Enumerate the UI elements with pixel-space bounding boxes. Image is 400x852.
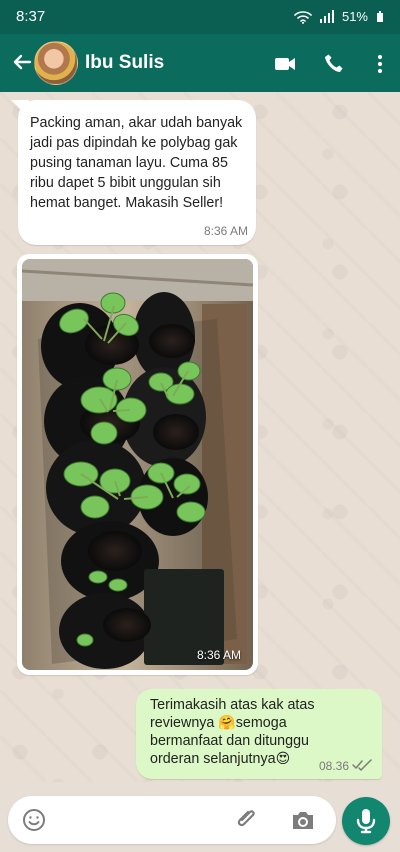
incoming-message[interactable]: Packing aman, akar udah banyak jadi pas … [18,100,256,245]
battery-icon [377,10,383,22]
status-bar: 8:37 51% [0,0,400,34]
double-check-icon [352,759,372,771]
wifi-icon [294,10,312,24]
outgoing-message-time: 08.36 [318,759,349,773]
avatar[interactable] [34,41,78,85]
chat-header: Ibu Sulis [0,34,400,92]
heart-eyes-emoji: 😍 [275,751,291,767]
more-vertical-icon[interactable] [368,52,392,76]
video-camera-icon[interactable] [273,52,297,76]
message-time: 8:36 AM [203,224,248,238]
status-indicators: 51% [294,9,386,24]
smile-icon[interactable] [22,808,46,832]
message-input-bar[interactable] [8,796,336,844]
message-text: Packing aman, akar udah banyak jadi pas … [30,115,243,211]
incoming-image-message[interactable]: 8:36 AM [17,254,258,675]
image-time: 8:36 AM [196,648,241,662]
photo-image [22,259,253,670]
chat-area[interactable]: Packing aman, akar udah banyak jadi pas … [0,92,400,782]
strawberry-seedlings-photo[interactable]: 8:36 AM [22,259,253,670]
voice-record-button[interactable] [342,797,390,845]
signal-icon [319,9,334,23]
phone-icon[interactable] [322,52,346,76]
microphone-icon [356,809,376,834]
arrow-left-icon[interactable] [10,50,34,74]
status-time: 8:37 [16,8,46,25]
battery-percent: 51% [341,9,368,24]
outgoing-message-text: Terimakasih atas kak atas reviewnya 🤗sem… [150,696,360,768]
camera-icon[interactable] [290,808,316,832]
outgoing-message[interactable]: Terimakasih atas kak atas reviewnya 🤗sem… [136,689,382,779]
paperclip-icon[interactable] [234,808,260,832]
contact-name[interactable]: Ibu Sulis [85,52,164,74]
hugging-emoji: 🤗 [218,715,236,731]
